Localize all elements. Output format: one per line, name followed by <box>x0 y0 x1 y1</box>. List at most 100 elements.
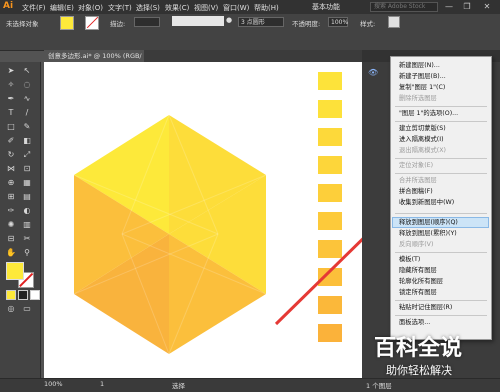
context-menu-item[interactable]: 隐藏所有图层 <box>399 266 489 276</box>
context-menu-item[interactable]: 新建子图层(B)... <box>399 72 489 82</box>
menu-effect[interactable]: 效果(C) <box>165 3 189 13</box>
artboard-tool-icon[interactable]: ⊟ <box>6 234 16 244</box>
context-menu-item[interactable]: 面板选项... <box>399 318 489 328</box>
menu-type[interactable]: 文字(T) <box>108 3 132 13</box>
style-swatch[interactable] <box>388 16 400 28</box>
zoom-field[interactable]: 100% <box>44 380 63 388</box>
type-tool-icon[interactable]: T <box>6 108 16 118</box>
variable-width-profile[interactable] <box>172 16 224 26</box>
menu-separator <box>395 173 487 174</box>
hand-tool-icon[interactable]: ✋ <box>6 248 16 258</box>
color-swatch-rect[interactable] <box>318 100 342 118</box>
layers-context-menu: 新建图层(N)... 新建子图层(B)... 复制"图层 1"(C) 删除所选图层 "图… <box>390 56 492 340</box>
menu-separator <box>395 213 487 214</box>
context-menu-item[interactable]: 释放到图层(顺序)(Q) <box>399 218 489 228</box>
menu-separator <box>395 106 487 107</box>
document-tab[interactable]: 创意多边形.ai* @ 100% (RGB/预览) <box>44 50 144 72</box>
perspective-grid-icon[interactable]: ▦ <box>22 178 32 188</box>
rotate-tool-icon[interactable]: ↻ <box>6 150 16 160</box>
context-menu-item: 反向顺序(V) <box>399 241 434 248</box>
magic-wand-icon[interactable]: ✧ <box>6 80 16 90</box>
menu-object[interactable]: 对象(O) <box>78 3 103 13</box>
stroke-label: 描边: <box>110 20 126 28</box>
drawing-mode-icon[interactable]: ◎ <box>6 304 16 314</box>
eyedropper-icon[interactable]: ✑ <box>6 206 16 216</box>
context-menu-item[interactable]: 粘贴时记住图层(R) <box>399 303 489 313</box>
rectangle-tool-icon[interactable]: □ <box>6 122 16 132</box>
none-mode-icon[interactable] <box>30 290 40 300</box>
curvature-tool-icon[interactable]: ∿ <box>22 94 32 104</box>
eye-icon[interactable]: 👁 <box>368 68 378 77</box>
color-swatch-rect[interactable] <box>318 184 342 202</box>
menu-edit[interactable]: 编辑(E) <box>50 3 74 13</box>
width-tool-icon[interactable]: ⋈ <box>6 164 16 174</box>
app-logo: Ai <box>3 1 14 11</box>
status-bar <box>0 378 500 392</box>
stroke-weight-field[interactable] <box>134 17 160 27</box>
mesh-tool-icon[interactable]: ⊞ <box>6 192 16 202</box>
context-menu-item[interactable]: 新建图层(N)... <box>399 61 489 71</box>
selection-tool-icon[interactable]: ➤ <box>6 66 16 76</box>
paintbrush-tool-icon[interactable]: ✎ <box>22 122 32 132</box>
close-button[interactable]: ✕ <box>480 1 494 13</box>
stock-search-input[interactable]: 搜索 Adobe Stock <box>370 2 438 12</box>
menu-separator <box>395 300 487 301</box>
eraser-tool-icon[interactable]: ◧ <box>22 136 32 146</box>
menu-window[interactable]: 窗口(W) <box>223 3 249 13</box>
status-mode: 选择 <box>172 382 185 390</box>
line-tool-icon[interactable]: / <box>22 108 32 118</box>
brush-definition-field[interactable]: 3 点圆形 <box>238 17 284 27</box>
artboard-number-field[interactable]: 1 <box>100 380 104 388</box>
menu-separator <box>395 315 487 316</box>
free-transform-icon[interactable]: ⊡ <box>22 164 32 174</box>
context-menu-item[interactable]: 收集到新图层中(W) <box>399 198 489 208</box>
context-menu-item[interactable]: "图层 1"的选项(O)... <box>399 109 489 119</box>
symbol-sprayer-icon[interactable]: ✺ <box>6 220 16 230</box>
context-menu-item[interactable]: 释放到图层(累积)(Y) <box>399 229 489 239</box>
lasso-tool-icon[interactable]: ◌ <box>22 80 32 90</box>
pen-tool-icon[interactable]: ✒ <box>6 94 16 104</box>
direct-selection-tool-icon[interactable]: ↖ <box>22 66 32 76</box>
opacity-field[interactable]: 100% <box>328 17 348 27</box>
context-menu-item[interactable]: 模板(T) <box>399 255 489 265</box>
color-swatch-rect[interactable] <box>318 156 342 174</box>
watermark-title: 百科全说 <box>374 336 463 361</box>
menu-file[interactable]: 文件(F) <box>22 3 46 13</box>
context-menu-item[interactable]: 进入隔离模式(I) <box>399 135 489 145</box>
context-menu-item[interactable]: 拼合图稿(F) <box>399 187 489 197</box>
shaper-tool-icon[interactable]: ✐ <box>6 136 16 146</box>
scale-tool-icon[interactable]: ⤢ <box>22 150 32 160</box>
gradient-mode-icon[interactable] <box>18 290 28 300</box>
context-menu-item: 退出隔离模式(X) <box>399 147 447 154</box>
blend-tool-icon[interactable]: ◐ <box>22 206 32 216</box>
fill-swatch[interactable] <box>60 16 74 30</box>
polygon-artwork <box>73 114 267 355</box>
slice-tool-icon[interactable]: ✂ <box>22 234 32 244</box>
color-mode-icon[interactable] <box>6 290 16 300</box>
maximize-button[interactable]: ❐ <box>460 1 474 13</box>
stroke-swatch[interactable] <box>85 16 99 30</box>
zoom-tool-icon[interactable]: ⚲ <box>22 248 32 258</box>
context-menu-item: 合并所选图层 <box>399 177 437 184</box>
screen-mode-icon[interactable]: ▭ <box>22 304 32 314</box>
menu-view[interactable]: 视图(V) <box>194 3 218 13</box>
menu-help[interactable]: 帮助(H) <box>254 3 279 13</box>
color-swatch-rect[interactable] <box>318 72 342 90</box>
no-selection-label: 未选择对象 <box>6 20 39 28</box>
minimize-button[interactable]: — <box>442 1 456 13</box>
watermark-subtitle: 助你轻松解决 <box>386 364 452 377</box>
column-graph-icon[interactable]: ▥ <box>22 220 32 230</box>
gradient-tool-icon[interactable]: ▤ <box>22 192 32 202</box>
shape-builder-icon[interactable]: ⊕ <box>6 178 16 188</box>
context-menu-item[interactable]: 建立剪切蒙版(S) <box>399 124 489 134</box>
fill-color-box[interactable] <box>6 262 24 280</box>
workspace-switcher[interactable]: 基本功能 <box>312 2 362 12</box>
menu-separator <box>395 252 487 253</box>
context-menu-item[interactable]: 轮廓化所有图层 <box>399 277 489 287</box>
menu-select[interactable]: 选择(S) <box>136 3 160 13</box>
color-swatch-rect[interactable] <box>318 128 342 146</box>
tools-panel: ➤ ↖ ✧ ◌ ✒ ∿ T / □ ✎ ✐ ◧ ↻ ⤢ ⋈ ⊡ ⊕ ▦ ⊞ ▤ … <box>0 62 41 378</box>
context-menu-item[interactable]: 锁定所有图层 <box>399 288 489 298</box>
context-menu-item[interactable]: 复制"图层 1"(C) <box>399 83 489 93</box>
menu-separator <box>395 158 487 159</box>
